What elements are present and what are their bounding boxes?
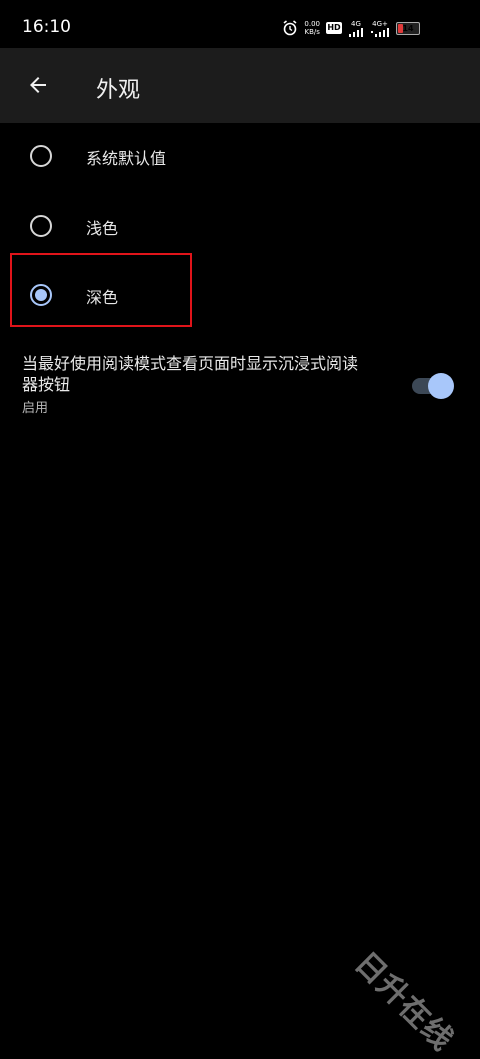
option-label: 系统默认值 <box>86 149 167 168</box>
highlight-box <box>10 253 192 327</box>
setting-title: 当最好使用阅读模式查看页面时显示沉浸式阅读器按钮 <box>22 354 359 394</box>
battery-level: 14 <box>402 23 414 33</box>
signal-bars-icon <box>349 27 363 37</box>
status-time: 16:10 <box>22 17 71 37</box>
alarm-icon <box>283 20 297 36</box>
option-system-default[interactable]: 系统默认值 <box>0 123 480 193</box>
setting-immersive-reader[interactable]: 当最好使用阅读模式查看页面时显示沉浸式阅读器按钮 启用 <box>0 350 480 420</box>
setting-subtitle: 启用 <box>22 401 49 416</box>
option-label: 浅色 <box>86 219 119 238</box>
app-bar: 外观 <box>0 48 480 123</box>
back-button[interactable] <box>18 65 58 105</box>
signal-bars-icon <box>371 27 389 37</box>
radio-button-system-default[interactable] <box>30 145 52 167</box>
sim1-signal-label: 4G <box>351 19 361 28</box>
hd-badge-icon: HD <box>326 22 342 34</box>
watermark: 日升在线 <box>347 945 461 1059</box>
sim2-signal: 4G+ <box>370 20 390 37</box>
immersive-reader-toggle[interactable] <box>410 372 456 399</box>
battery-icon: 14 <box>396 21 420 35</box>
sim2-signal-label: 4G+ <box>372 19 388 28</box>
sim1-signal: 4G <box>348 20 364 37</box>
network-speed-unit: KB/s <box>304 28 320 36</box>
page-title: 外观 <box>96 78 141 103</box>
network-speed-value: 0.00 <box>304 20 320 28</box>
radio-button-light[interactable] <box>30 215 52 237</box>
status-bar: 16:10 0.00 KB/s HD 4G 4G+ 14 <box>0 0 480 48</box>
network-speed: 0.00 KB/s <box>304 20 320 36</box>
arrow-back-icon <box>30 77 46 93</box>
status-icons: 0.00 KB/s HD 4G 4G+ 14 <box>282 18 420 38</box>
toggle-thumb <box>428 373 454 399</box>
